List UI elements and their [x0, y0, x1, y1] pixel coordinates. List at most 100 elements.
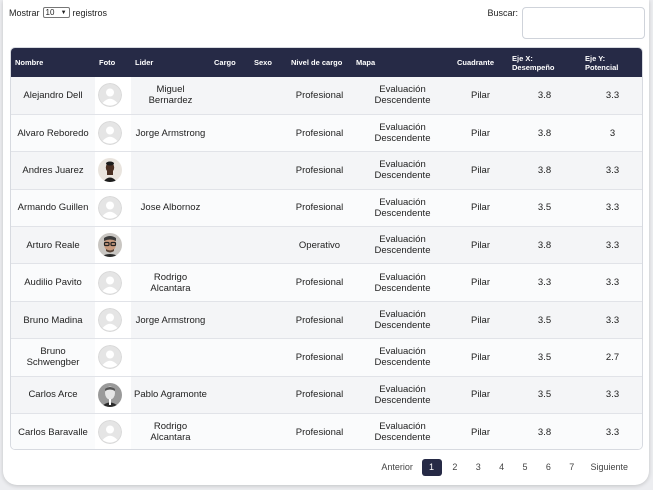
cell-nivel: Profesional [287, 413, 352, 449]
cell-nivel: Profesional [287, 301, 352, 340]
cell-nombre: Alejandro Dell [11, 77, 95, 115]
cell-x: 3.8 [508, 114, 581, 153]
cell-sexo [250, 114, 287, 153]
column-header-cargo[interactable]: Cargo [210, 48, 250, 77]
cell-foto [95, 151, 131, 190]
cell-x: 3.5 [508, 301, 581, 340]
cell-lider [131, 338, 210, 377]
column-header-eje-y[interactable]: Eje Y: Potencial [581, 48, 642, 77]
cell-nivel: Profesional [287, 77, 352, 115]
page-button-6[interactable]: 6 [538, 459, 558, 476]
column-header-foto[interactable]: Foto [95, 48, 131, 77]
default-avatar-icon [98, 195, 122, 220]
table-row: Carlos Baravalle Rodrigo Alcantara Profesi… [11, 413, 642, 449]
column-header-nivel[interactable]: Nivel de cargo [287, 48, 352, 77]
cell-cargo [210, 263, 250, 302]
page-button-1[interactable]: 1 [421, 459, 442, 476]
cell-lider: Jorge Armstrong [131, 301, 210, 340]
cell-cargo [210, 151, 250, 190]
cell-y: 3 [581, 114, 642, 153]
default-avatar-icon [98, 308, 122, 333]
cell-cuadrante: Pilar [453, 151, 508, 190]
cell-cuadrante: Pilar [453, 376, 508, 415]
cell-mapa: Evaluación Descendente [352, 114, 453, 153]
cell-nivel: Profesional [287, 376, 352, 415]
cell-cuadrante: Pilar [453, 77, 508, 115]
records-table-wrapper: Nombre Foto Lider Cargo Sexo Nivel de cargo Ma… [10, 47, 643, 450]
cell-foto [95, 114, 131, 153]
cell-y: 3.3 [581, 413, 642, 449]
cell-x: 3.8 [508, 413, 581, 449]
default-avatar-icon [98, 270, 122, 295]
cell-y: 3.3 [581, 301, 642, 340]
page-button-3[interactable]: 3 [468, 459, 488, 476]
cell-x: 3.8 [508, 77, 581, 115]
cell-x: 3.5 [508, 189, 581, 228]
cell-sexo [250, 263, 287, 302]
column-header-mapa[interactable]: Mapa [352, 48, 453, 77]
cell-nombre: Carlos Arce [11, 376, 95, 415]
default-avatar-icon [98, 83, 122, 108]
cell-x: 3.3 [508, 263, 581, 302]
cell-lider: Pablo Agramonte [131, 376, 210, 415]
cell-sexo [250, 413, 287, 449]
cell-nombre: Bruno Madina [11, 301, 95, 340]
page-button-5[interactable]: 5 [515, 459, 535, 476]
next-page-button[interactable]: Siguiente [583, 459, 635, 476]
default-avatar-icon [98, 420, 122, 445]
avatar [98, 382, 122, 407]
page-button-2[interactable]: 2 [445, 459, 465, 476]
cell-cargo [210, 338, 250, 377]
column-header-nombre[interactable]: Nombre [11, 48, 95, 77]
page-button-7[interactable]: 7 [562, 459, 582, 476]
cell-y: 3.3 [581, 263, 642, 302]
cell-nombre: Carlos Baravalle [11, 413, 95, 449]
search-box: Buscar: [487, 7, 645, 39]
cell-foto [95, 338, 131, 377]
cell-cuadrante: Pilar [453, 189, 508, 228]
cell-sexo [250, 77, 287, 115]
cell-nombre: Audilio Pavito [11, 263, 95, 302]
column-header-eje-x[interactable]: Eje X: Desempeño [508, 48, 581, 77]
length-menu: Mostrar 10 ▼ registros [9, 7, 107, 18]
column-header-lider[interactable]: Lider [131, 48, 210, 77]
cell-cuadrante: Pilar [453, 338, 508, 377]
search-input[interactable] [522, 7, 645, 39]
cell-cuadrante: Pilar [453, 114, 508, 153]
cell-sexo [250, 226, 287, 265]
cell-foto [95, 189, 131, 228]
cell-cargo [210, 226, 250, 265]
cell-mapa: Evaluación Descendente [352, 226, 453, 265]
table-body: Alejandro Dell Miguel Bernardez Profesiona… [11, 77, 642, 449]
page-button-4[interactable]: 4 [492, 459, 512, 476]
cell-cuadrante: Pilar [453, 413, 508, 449]
default-avatar-icon [98, 121, 122, 146]
cell-cuadrante: Pilar [453, 263, 508, 302]
default-avatar-icon [98, 345, 122, 370]
cell-nombre: Arturo Reale [11, 226, 95, 265]
cell-foto [95, 413, 131, 449]
table-header-row: Nombre Foto Lider Cargo Sexo Nivel de cargo Ma… [11, 48, 642, 77]
cell-y: 3.3 [581, 226, 642, 265]
cell-lider: Rodrigo Alcantara [131, 263, 210, 302]
cell-lider [131, 151, 210, 190]
cell-foto [95, 301, 131, 340]
cell-x: 3.5 [508, 376, 581, 415]
cell-y: 3.3 [581, 151, 642, 190]
table-row: Bruno Schwengber Profesional Evaluación De… [11, 338, 642, 377]
cell-sexo [250, 151, 287, 190]
table-row: Audilio Pavito Rodrigo Alcantara Profesion… [11, 263, 642, 302]
avatar [98, 233, 122, 258]
length-select[interactable]: 10 ▼ [42, 7, 70, 18]
cell-sexo [250, 189, 287, 228]
cell-lider [131, 226, 210, 265]
column-header-sexo[interactable]: Sexo [250, 48, 287, 77]
cell-lider: Jose Albornoz [131, 189, 210, 228]
column-header-cuadrante[interactable]: Cuadrante [453, 48, 508, 77]
previous-page-button[interactable]: Anterior [374, 459, 420, 476]
pagination: Anterior 1 2 3 4 5 6 7 Siguiente [374, 459, 635, 476]
records-card: Mostrar 10 ▼ registros Buscar: Nombre Fot… [3, 0, 649, 485]
cell-mapa: Evaluación Descendente [352, 77, 453, 115]
records-table: Nombre Foto Lider Cargo Sexo Nivel de cargo Ma… [11, 48, 642, 449]
cell-sexo [250, 301, 287, 340]
